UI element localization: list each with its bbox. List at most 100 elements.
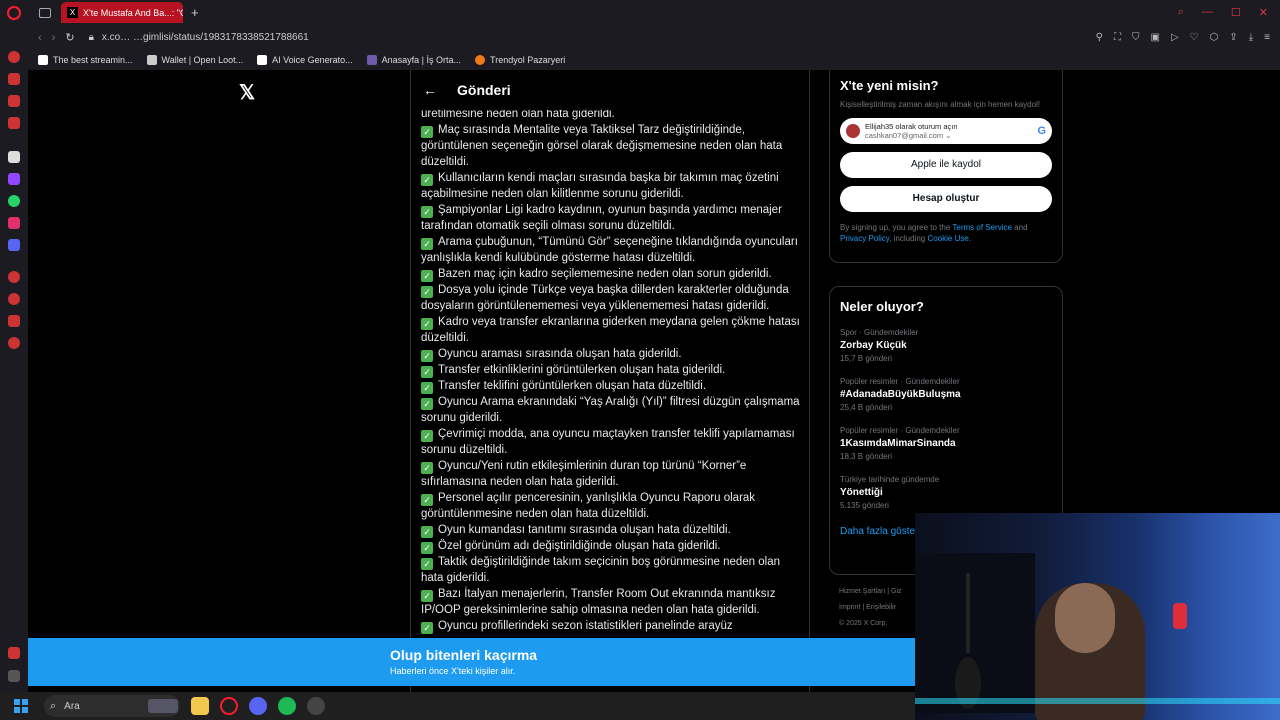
url-field[interactable]: x.co… …gimlisi/status/198317833852178866… bbox=[102, 32, 309, 43]
page-title: Gönderi bbox=[457, 82, 511, 98]
checkmark-icon: ✓ bbox=[421, 174, 433, 186]
whatsapp-icon[interactable] bbox=[8, 195, 20, 207]
close-window-icon[interactable]: ✕ bbox=[1259, 6, 1268, 19]
bookmark-item[interactable]: Trendyol Pazaryeri bbox=[475, 55, 565, 65]
history-icon[interactable] bbox=[8, 271, 20, 283]
google-account-name: Ellijah35 olarak oturum açın bbox=[865, 122, 958, 131]
tab-overview-icon[interactable] bbox=[39, 7, 51, 18]
legal-text: By signing up, you agree to the Terms of… bbox=[840, 223, 1028, 243]
webcam-overlay bbox=[915, 513, 1280, 720]
discord-taskbar-icon[interactable] bbox=[249, 697, 267, 715]
changelog-item: ✓ Oyuncu Arama ekranındaki “Yaş Aralığı (… bbox=[421, 396, 800, 424]
checkmark-icon: ✓ bbox=[421, 430, 433, 442]
checkmark-icon: ✓ bbox=[421, 494, 433, 506]
windows-start-icon[interactable] bbox=[14, 699, 28, 713]
new-tab-button[interactable]: + bbox=[191, 5, 199, 20]
changelog-item: ✓ Dosya yolu içinde Türkçe veya başka dil… bbox=[421, 284, 789, 312]
app-taskbar-icon[interactable] bbox=[307, 697, 325, 715]
column-header: ← Gönderi bbox=[411, 70, 809, 110]
privacy-link[interactable]: Privacy Policy bbox=[840, 234, 889, 243]
checkmark-icon: ✓ bbox=[421, 398, 433, 410]
extensions-icon[interactable]: ⬡ bbox=[1210, 32, 1219, 43]
checkmark-icon: ✓ bbox=[421, 350, 433, 362]
x-logo-icon[interactable]: 𝕏 bbox=[239, 80, 255, 105]
screenshot-icon[interactable]: ▣ bbox=[1150, 32, 1159, 43]
avatar bbox=[846, 124, 860, 138]
changelog-item: ✓ Taktik değiştirildiğinde takım seçicini… bbox=[421, 556, 780, 584]
red-lamp bbox=[1173, 603, 1187, 629]
google-signin-button[interactable]: Ellijah35 olarak oturum açın cashkan07@g… bbox=[840, 118, 1052, 144]
bookmark-item[interactable]: The best streamin... bbox=[38, 55, 133, 65]
minimize-icon[interactable]: — bbox=[1202, 6, 1213, 19]
checkmark-icon: ✓ bbox=[421, 542, 433, 554]
maximize-icon[interactable]: ☐ bbox=[1231, 6, 1241, 19]
heart-icon[interactable]: ♡ bbox=[1190, 32, 1199, 43]
changelog-item: ✓ Oyuncu profillerindeki sezon istatistik… bbox=[421, 618, 801, 634]
x-favicon-icon: X bbox=[67, 7, 78, 18]
apple-signup-button[interactable]: Apple ile kaydol bbox=[840, 152, 1052, 178]
settings-icon[interactable] bbox=[8, 337, 20, 349]
taskbar-search[interactable]: ⌕ Ara bbox=[44, 695, 180, 717]
changelog-item: ✓ Personel açılır penceresinin, yanlışlık… bbox=[421, 492, 756, 520]
bookmark-icon bbox=[257, 55, 268, 65]
changelog-item: ✓ Bazı İtalyan menajerlerin, Transfer Roo… bbox=[421, 588, 776, 616]
bookmark-item[interactable]: Anasayfa | İş Orta... bbox=[366, 55, 461, 65]
pin-icon[interactable]: ⚲ bbox=[1096, 32, 1103, 43]
clock-icon[interactable] bbox=[8, 293, 20, 305]
file-explorer-icon[interactable] bbox=[191, 697, 209, 715]
discord-icon[interactable] bbox=[8, 239, 20, 251]
changelog-item: ✓ Arama çubuğunun, “Tümünü Gör” seçeneğin… bbox=[421, 236, 798, 264]
trend-item[interactable]: Popüler resimler · Gündemdekiler #Adanad… bbox=[840, 377, 1052, 412]
shield-icon[interactable]: ⛉ bbox=[1132, 32, 1140, 43]
news-icon[interactable] bbox=[8, 95, 20, 107]
banner-title: Olup bitenleri kaçırma bbox=[390, 647, 538, 663]
gx-icon[interactable] bbox=[8, 647, 20, 659]
trend-item[interactable]: Popüler resimler · Gündemdekiler 1Kasımd… bbox=[840, 426, 1052, 461]
reload-icon[interactable]: ↻ bbox=[65, 31, 74, 44]
lock-icon[interactable]: 🔒︎ bbox=[89, 32, 94, 43]
trend-item[interactable]: Spor · Gündemdekiler Zorbay Küçük 15,7 B… bbox=[840, 328, 1052, 363]
bookmark-item[interactable]: Wallet | Open Loot... bbox=[146, 55, 243, 65]
led-strip bbox=[915, 698, 1280, 704]
footer-link[interactable]: İmprint | Erişilebilir bbox=[839, 600, 919, 616]
forward-nav-icon[interactable]: › bbox=[52, 32, 56, 44]
twitch-icon[interactable] bbox=[8, 173, 20, 185]
music-icon[interactable] bbox=[8, 117, 20, 129]
bookmark-icon bbox=[475, 55, 486, 65]
post-column: üretilmesine neden olan hata giderildi. … bbox=[410, 70, 810, 692]
aria-icon[interactable] bbox=[8, 51, 20, 63]
changelog-item: ✓ Çevrimiçi modda, ana oyuncu maçtayken t… bbox=[421, 428, 795, 456]
active-tab[interactable]: X X'te Mustafa And Ba...: "G × bbox=[61, 2, 183, 23]
opera-sidebar bbox=[0, 25, 28, 692]
back-nav-icon[interactable]: ‹ bbox=[38, 32, 42, 44]
menu-icon[interactable]: ≡ bbox=[1264, 32, 1270, 43]
more-icon[interactable] bbox=[8, 670, 20, 682]
crypto-wallet-icon[interactable] bbox=[8, 73, 20, 85]
checkmark-icon: ✓ bbox=[421, 318, 433, 330]
checkmark-icon: ✓ bbox=[421, 126, 433, 138]
download-icon[interactable]: ⤓ bbox=[1249, 32, 1253, 43]
opera-gx-icon[interactable] bbox=[220, 697, 238, 715]
opera-logo-icon[interactable] bbox=[7, 5, 21, 20]
trend-item[interactable]: Türkiye tarihinde gündemde Yönettiği 5.1… bbox=[840, 475, 1052, 510]
signup-banner[interactable]: Olup bitenleri kaçırma Haberleri önce X'… bbox=[28, 638, 915, 686]
spotify-icon[interactable] bbox=[278, 697, 296, 715]
share-icon[interactable]: ⇪ bbox=[1229, 32, 1237, 43]
bookmark-item[interactable]: AI Voice Generato... bbox=[257, 55, 353, 65]
play-icon[interactable]: ▷ bbox=[1171, 32, 1179, 43]
back-arrow-icon[interactable]: ← bbox=[423, 82, 437, 98]
app-icon[interactable] bbox=[8, 151, 20, 163]
footer-link[interactable]: Hizmet Şartları | Giz bbox=[839, 584, 919, 600]
windows-taskbar: ⌕ Ara bbox=[0, 692, 915, 720]
extensions-sidebar-icon[interactable] bbox=[8, 315, 20, 327]
terms-link[interactable]: Terms of Service bbox=[952, 223, 1012, 232]
instagram-icon[interactable] bbox=[8, 217, 20, 229]
snapshot-icon[interactable]: ⛶ bbox=[1114, 32, 1121, 43]
create-account-button[interactable]: Hesap oluştur bbox=[840, 186, 1052, 212]
google-logo-icon: G bbox=[1037, 125, 1046, 137]
checkmark-icon: ✓ bbox=[421, 206, 433, 218]
changelog-item: ✓ Transfer etkinliklerini görüntülerken o… bbox=[421, 362, 801, 378]
cookie-link[interactable]: Cookie Use. bbox=[927, 234, 971, 243]
checkmark-icon: ✓ bbox=[421, 622, 433, 634]
search-tabs-icon[interactable]: ⌕ bbox=[1178, 6, 1184, 19]
